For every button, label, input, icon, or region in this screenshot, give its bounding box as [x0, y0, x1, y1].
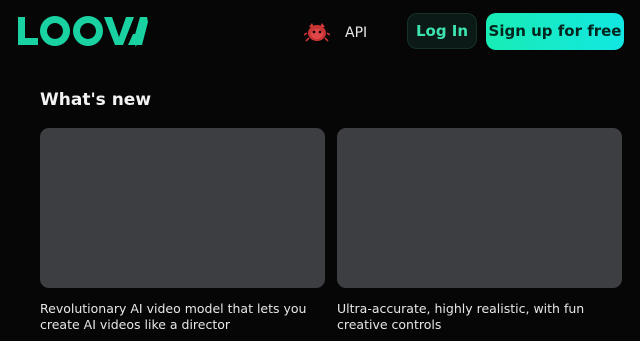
page: API Log In Sign up for free What's new R… — [0, 0, 640, 341]
news-card[interactable]: Ultra-accurate, highly realistic, with f… — [337, 128, 622, 333]
card-thumbnail[interactable] — [40, 128, 325, 288]
section-title-whats-new: What's new — [40, 90, 152, 110]
top-header: API Log In Sign up for free — [0, 0, 640, 64]
news-card[interactable]: Revolutionary AI video model that lets y… — [40, 128, 325, 333]
signup-button[interactable]: Sign up for free — [486, 13, 624, 50]
loova-logo[interactable] — [16, 14, 148, 48]
bug-mascot-icon[interactable] — [303, 21, 331, 43]
loova-logo-mark — [18, 16, 148, 47]
login-button[interactable]: Log In — [407, 13, 477, 49]
card-description: Ultra-accurate, highly realistic, with f… — [337, 301, 585, 332]
card-description: Revolutionary AI video model that lets y… — [40, 301, 307, 332]
nav-link-api[interactable]: API — [345, 24, 367, 42]
card-thumbnail[interactable] — [337, 128, 622, 288]
